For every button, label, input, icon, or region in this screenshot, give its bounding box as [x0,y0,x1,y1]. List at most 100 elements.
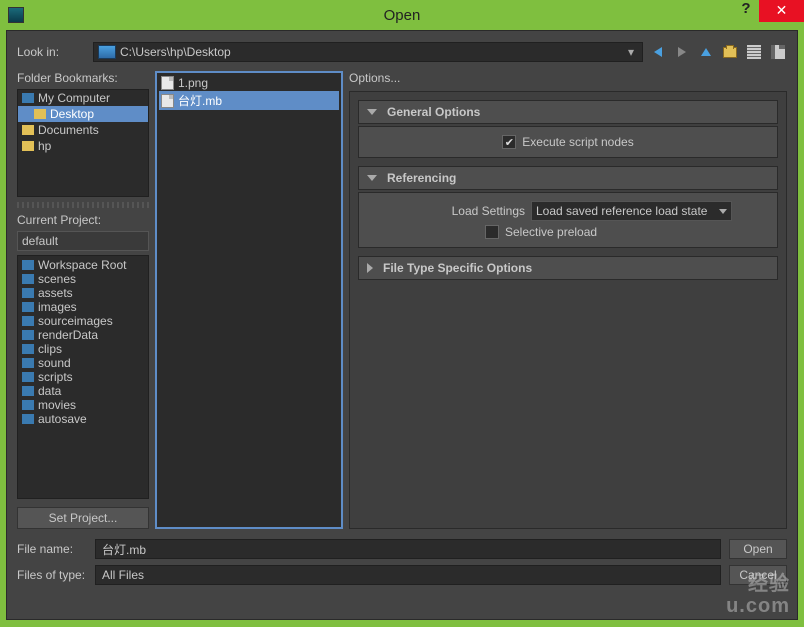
nav-up-button[interactable] [697,43,715,61]
close-button[interactable]: ✕ [759,0,804,22]
load-settings-select[interactable]: Load saved reference load state [531,201,732,221]
bookmark-label: Desktop [50,107,94,121]
workspace-label: scenes [38,272,76,286]
filename-input[interactable] [95,539,721,559]
workspace-label: movies [38,398,76,412]
referencing-header[interactable]: Referencing [358,166,778,190]
splitter[interactable] [17,202,149,208]
workspace-item[interactable]: sound [20,356,146,370]
bookmarks-header: Folder Bookmarks: [17,71,149,85]
load-settings-label: Load Settings [365,204,525,218]
file-name: 1.png [178,76,208,90]
workspace-item[interactable]: renderData [20,328,146,342]
folder-icon [22,330,34,340]
folder-icon [22,302,34,312]
workspace-label: scripts [38,370,73,384]
file-list[interactable]: 1.png 台灯.mb [155,71,343,529]
workspace-label: images [38,300,77,314]
file-icon [161,76,174,90]
new-folder-button[interactable] [721,43,739,61]
folder-icon [22,344,34,354]
folder-icon [22,125,34,135]
computer-icon [22,93,34,103]
exec-script-label: Execute script nodes [522,135,633,149]
bookmark-label: hp [38,139,51,153]
folder-icon [22,386,34,396]
project-header: Current Project: [17,213,149,227]
workspace-item[interactable]: images [20,300,146,314]
folder-icon [22,260,34,270]
nav-back-button[interactable] [649,43,667,61]
bookmark-label: My Computer [38,91,110,105]
project-dropdown[interactable]: default [17,231,149,251]
path-dropdown-icon[interactable]: ▾ [624,45,638,59]
file-item[interactable]: 1.png [159,75,339,91]
folder-icon [22,316,34,326]
lookin-label: Look in: [17,45,87,59]
workspace-label: assets [38,286,73,300]
file-icon [161,94,174,108]
options-header: Options... [349,71,787,85]
path-combo[interactable]: ▾ [93,42,643,62]
folder-icon [22,400,34,410]
workspace-item[interactable]: autosave [20,412,146,426]
bookmark-item[interactable]: My Computer [18,90,148,106]
workspace-label: renderData [38,328,98,342]
referencing-title: Referencing [387,171,456,185]
workspace-item[interactable]: sourceimages [20,314,146,328]
workspace-label: sound [38,356,71,370]
selective-preload-label: Selective preload [505,225,597,239]
workspace-item[interactable]: data [20,384,146,398]
workspace-item[interactable]: assets [20,286,146,300]
file-item[interactable]: 台灯.mb [159,91,339,110]
load-settings-value: Load saved reference load state [536,204,707,218]
nav-forward-button[interactable] [673,43,691,61]
folder-icon [22,358,34,368]
filetype-options-title: File Type Specific Options [383,261,532,275]
folder-icon [22,372,34,382]
workspace-label: autosave [38,412,87,426]
project-value: default [22,234,58,248]
chevron-down-icon [367,175,377,181]
bookmark-item[interactable]: hp [18,138,148,154]
workspace-list: Workspace Rootscenesassetsimagessourceim… [17,255,149,499]
grid-view-button[interactable] [769,43,787,61]
help-button[interactable]: ? [733,0,759,22]
list-view-button[interactable] [745,43,763,61]
general-options-title: General Options [387,105,480,119]
set-project-button[interactable]: Set Project... [17,507,149,529]
exec-script-checkbox[interactable]: ✔ [502,135,516,149]
chevron-down-icon [367,109,377,115]
workspace-label: data [38,384,61,398]
workspace-label: sourceimages [38,314,113,328]
drive-icon [98,45,116,59]
folder-icon [22,414,34,424]
folder-icon [22,141,34,151]
filetype-input[interactable] [95,565,721,585]
workspace-item[interactable]: scripts [20,370,146,384]
filename-label: File name: [17,542,87,556]
file-name: 台灯.mb [178,92,222,109]
general-options-header[interactable]: General Options [358,100,778,124]
workspace-item[interactable]: movies [20,398,146,412]
bookmark-item[interactable]: Documents [18,122,148,138]
filetype-label: Files of type: [17,568,87,582]
path-input[interactable] [120,45,624,59]
workspace-item[interactable]: scenes [20,272,146,286]
workspace-label: clips [38,342,62,356]
folder-icon [22,288,34,298]
folder-icon [34,109,46,119]
workspace-label: Workspace Root [38,258,126,272]
cancel-button[interactable]: Cancel [729,565,787,585]
bookmarks-list: My Computer Desktop Documents hp [17,89,149,197]
open-button[interactable]: Open [729,539,787,559]
bookmark-label: Documents [38,123,99,137]
selective-preload-checkbox[interactable] [485,225,499,239]
chevron-right-icon [367,263,373,273]
chevron-down-icon [719,209,727,214]
workspace-item[interactable]: Workspace Root [20,258,146,272]
window-title: Open [0,7,804,24]
filetype-options-header[interactable]: File Type Specific Options [358,256,778,280]
bookmark-item[interactable]: Desktop [18,106,148,122]
workspace-item[interactable]: clips [20,342,146,356]
